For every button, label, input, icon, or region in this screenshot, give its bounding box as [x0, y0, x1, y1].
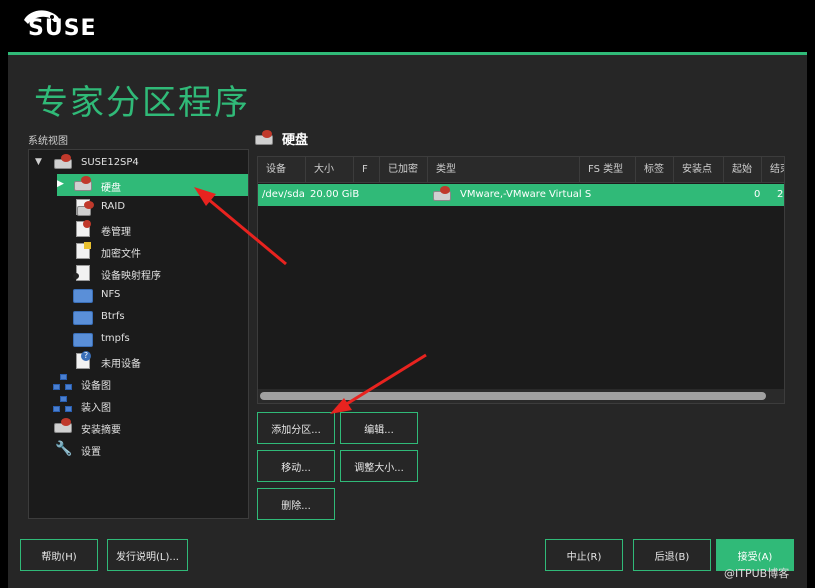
tree-item-raid[interactable]: RAID — [29, 196, 248, 218]
col-label[interactable]: 标签 — [636, 157, 674, 183]
harddisk-icon — [254, 129, 276, 148]
tree-item-label: 设备图 — [81, 381, 111, 392]
abort-button[interactable]: 中止(R) — [545, 539, 623, 571]
mount-graph-icon — [53, 396, 73, 414]
unused-device-icon: ? — [73, 351, 93, 370]
col-start[interactable]: 起始 — [724, 157, 762, 183]
horizontal-scrollbar[interactable] — [258, 389, 784, 403]
move-button[interactable]: 移动... — [257, 450, 335, 482]
top-bar: SUSE — [0, 0, 815, 52]
tree-item-settings[interactable]: 🔧 设置 — [29, 438, 248, 460]
col-size[interactable]: 大小 — [306, 157, 354, 183]
cell-start: 0 — [754, 189, 761, 200]
crypt-file-icon — [73, 242, 93, 260]
brand-logo-text: SUSE — [28, 16, 97, 41]
harddisk-root-icon — [53, 154, 73, 172]
cell-size: 20.00 GiB — [310, 189, 360, 200]
section-header: 硬盘 — [254, 129, 308, 148]
tree-item-label: 装入图 — [81, 403, 111, 414]
add-partition-button[interactable]: 添加分区... — [257, 412, 335, 444]
disk-table[interactable]: 设备 大小 F 已加密 类型 FS 类型 标签 安装点 起始 结束 /dev/s… — [257, 156, 785, 404]
help-button[interactable]: 帮助(H) — [20, 539, 98, 571]
scrollbar-thumb[interactable] — [260, 392, 766, 400]
tree-item-label: NFS — [101, 289, 121, 300]
expand-arrow-icon[interactable]: ▼ — [35, 157, 42, 167]
tree-item-label: 未用设备 — [101, 359, 141, 370]
back-button[interactable]: 后退(B) — [633, 539, 711, 571]
table-header: 设备 大小 F 已加密 类型 FS 类型 标签 安装点 起始 结束 — [258, 157, 784, 183]
system-view-tree[interactable]: ▼ SUSE12SP4 ▶ 硬盘 RAID 卷管理 加密文件 设备映射程序 NF… — [28, 149, 249, 519]
col-end[interactable]: 结束 — [762, 157, 784, 183]
tree-item-volume-management[interactable]: 卷管理 — [29, 218, 248, 240]
harddisk-icon — [432, 186, 452, 204]
release-notes-button[interactable]: 发行说明(L)... — [107, 539, 188, 571]
folder-icon — [73, 330, 93, 348]
tree-item-harddisks[interactable]: ▶ 硬盘 — [57, 174, 248, 196]
folder-icon — [73, 308, 93, 326]
page-title: 专家分区程序 — [34, 83, 250, 123]
tree-item-device-graph[interactable]: 设备图 — [29, 372, 248, 394]
system-view-label: 系统视图 — [28, 136, 68, 147]
watermark: @ITPUB博客 — [724, 567, 790, 580]
cell-end: 26 — [777, 189, 784, 200]
col-fs-type[interactable]: FS 类型 — [580, 157, 636, 183]
tree-item-crypt-files[interactable]: 加密文件 — [29, 240, 248, 262]
section-title: 硬盘 — [282, 133, 309, 148]
col-device[interactable]: 设备 — [258, 157, 306, 183]
edit-button[interactable]: 编辑... — [340, 412, 418, 444]
tree-item-label: 硬盘 — [101, 183, 121, 194]
install-summary-icon — [53, 418, 73, 436]
settings-wrench-icon: 🔧 — [55, 441, 73, 457]
tree-root[interactable]: ▼ SUSE12SP4 — [29, 152, 248, 174]
device-graph-icon — [53, 374, 73, 392]
tree-item-tmpfs[interactable]: tmpfs — [29, 328, 248, 350]
folder-icon — [73, 286, 93, 304]
tree-item-label: 加密文件 — [101, 249, 141, 260]
cell-device: /dev/sda — [262, 189, 305, 200]
tree-item-label: 设备映射程序 — [101, 271, 161, 282]
tree-item-device-mapper[interactable]: 设备映射程序 — [29, 262, 248, 284]
tree-item-label: RAID — [101, 201, 126, 212]
col-f[interactable]: F — [354, 157, 380, 183]
expand-right-arrow-icon[interactable]: ▶ — [57, 179, 64, 189]
tree-item-label: 设置 — [81, 447, 101, 458]
device-mapper-icon — [73, 264, 93, 282]
main-window: 专家分区程序 系统视图 ▼ SUSE12SP4 ▶ 硬盘 RAID 卷管理 加密… — [8, 55, 807, 588]
tree-item-btrfs[interactable]: Btrfs — [29, 306, 248, 328]
cell-type: VMware,-VMware Virtual S — [460, 189, 592, 200]
delete-button[interactable]: 删除... — [257, 488, 335, 520]
tree-item-mount-graph[interactable]: 装入图 — [29, 394, 248, 416]
disk-icon — [73, 176, 93, 194]
raid-icon — [73, 198, 94, 216]
tree-root-label: SUSE12SP4 — [81, 157, 139, 168]
col-mount-point[interactable]: 安装点 — [674, 157, 724, 183]
tree-item-label: 安装摘要 — [81, 425, 121, 436]
tree-item-install-summary[interactable]: 安装摘要 — [29, 416, 248, 438]
tree-item-unused-devices[interactable]: ? 未用设备 — [29, 350, 248, 372]
table-row[interactable]: /dev/sda 20.00 GiB VMware,-VMware Virtua… — [258, 184, 784, 206]
volume-icon — [73, 220, 93, 238]
tree-item-label: Btrfs — [101, 311, 125, 322]
tree-item-label: tmpfs — [101, 333, 130, 344]
col-encrypted[interactable]: 已加密 — [380, 157, 428, 183]
col-type[interactable]: 类型 — [428, 157, 580, 183]
tree-item-label: 卷管理 — [101, 227, 131, 238]
resize-button[interactable]: 调整大小... — [340, 450, 418, 482]
tree-item-nfs[interactable]: NFS — [29, 284, 248, 306]
